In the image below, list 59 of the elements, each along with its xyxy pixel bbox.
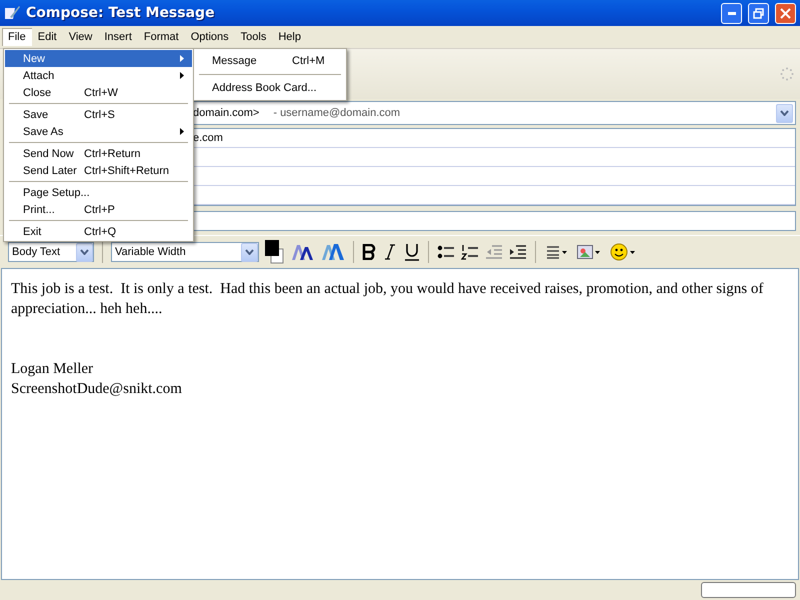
restore-button[interactable]	[748, 2, 769, 24]
smiley-button[interactable]	[608, 241, 637, 263]
caret-icon	[595, 250, 600, 254]
message-body[interactable]: This job is a test. It is only a test. Had this been an actual job, you would have received raises, promotion, and other signs of appreciation... heh heh.... Logan Meller ScreenshotDude@snikt.com	[1, 268, 799, 580]
image-icon	[577, 245, 593, 259]
menu-item[interactable]: New	[5, 50, 192, 67]
signature-line: ScreenshotDude@snikt.com	[11, 380, 183, 399]
menu-item[interactable]: Exit Ctrl+Q	[5, 223, 192, 240]
menu-title[interactable]: Options	[184, 28, 235, 46]
message-text: This job is a test. It is only a test. Had this been an actual job, you would have received raises, promotion, and other signs of appreciation... heh heh....	[11, 280, 764, 319]
underline-icon[interactable]	[404, 243, 420, 261]
menu-item[interactable]: Save As	[5, 123, 192, 140]
menu-title[interactable]: Tools	[234, 28, 272, 46]
italic-icon	[384, 244, 396, 260]
menu-item[interactable]: Send Now Ctrl+Return	[5, 145, 192, 162]
signature-line: Logan Meller	[11, 360, 94, 379]
throbber-icon	[780, 67, 794, 81]
menu-title[interactable]: View	[62, 28, 98, 46]
font-smaller-icon[interactable]	[291, 243, 315, 261]
font-select[interactable]: Variable Width	[111, 242, 259, 262]
chevron-down-icon	[245, 249, 254, 255]
menu-title[interactable]: Help	[272, 28, 307, 46]
caret-icon	[630, 250, 635, 254]
smiley-icon	[610, 243, 628, 261]
menu-title[interactable]: Edit	[32, 28, 63, 46]
align-icon	[546, 245, 560, 259]
menu-item[interactable]: Close Ctrl+W	[5, 84, 192, 101]
minimize-icon	[728, 12, 736, 14]
paragraph-format-select[interactable]: Body Text	[8, 242, 94, 262]
submenu-arrow-icon	[180, 55, 184, 62]
menu-title[interactable]: File	[2, 28, 32, 46]
recipient-address[interactable]: e.com	[193, 132, 223, 144]
chevron-down-icon	[80, 249, 89, 255]
insert-image-button[interactable]	[575, 243, 602, 261]
indent-icon[interactable]	[509, 244, 527, 260]
minimize-button[interactable]	[721, 2, 742, 24]
bullet-list-icon[interactable]	[437, 244, 455, 260]
bold-icon[interactable]	[362, 244, 376, 260]
submenu-arrow-icon	[180, 72, 184, 79]
menu-item[interactable]: Send Later Ctrl+Shift+Return	[5, 162, 192, 179]
caret-icon	[562, 250, 567, 254]
menu-item[interactable]: Attach	[5, 67, 192, 84]
italic-button[interactable]	[382, 242, 398, 262]
numbered-list-icon[interactable]	[461, 244, 479, 260]
menu-title[interactable]: Insert	[98, 28, 138, 46]
menu-item[interactable]: Save Ctrl+S	[5, 106, 192, 123]
window-title: Compose: Test Message	[26, 5, 216, 21]
close-button[interactable]	[775, 2, 796, 24]
chevron-down-icon	[780, 110, 789, 116]
menu-item[interactable]: Print... Ctrl+P	[5, 201, 192, 218]
menu-item[interactable]: Message Ctrl+M	[195, 50, 345, 72]
submenu-arrow-icon	[180, 128, 184, 135]
restore-icon	[753, 8, 764, 18]
menu-title[interactable]: Format	[138, 28, 185, 46]
compose-icon	[4, 5, 20, 21]
font-larger-icon[interactable]	[321, 243, 345, 261]
menu-item[interactable]: Address Book Card...	[195, 77, 345, 99]
close-icon	[780, 8, 791, 18]
menu-item[interactable]: Page Setup...	[5, 184, 192, 201]
